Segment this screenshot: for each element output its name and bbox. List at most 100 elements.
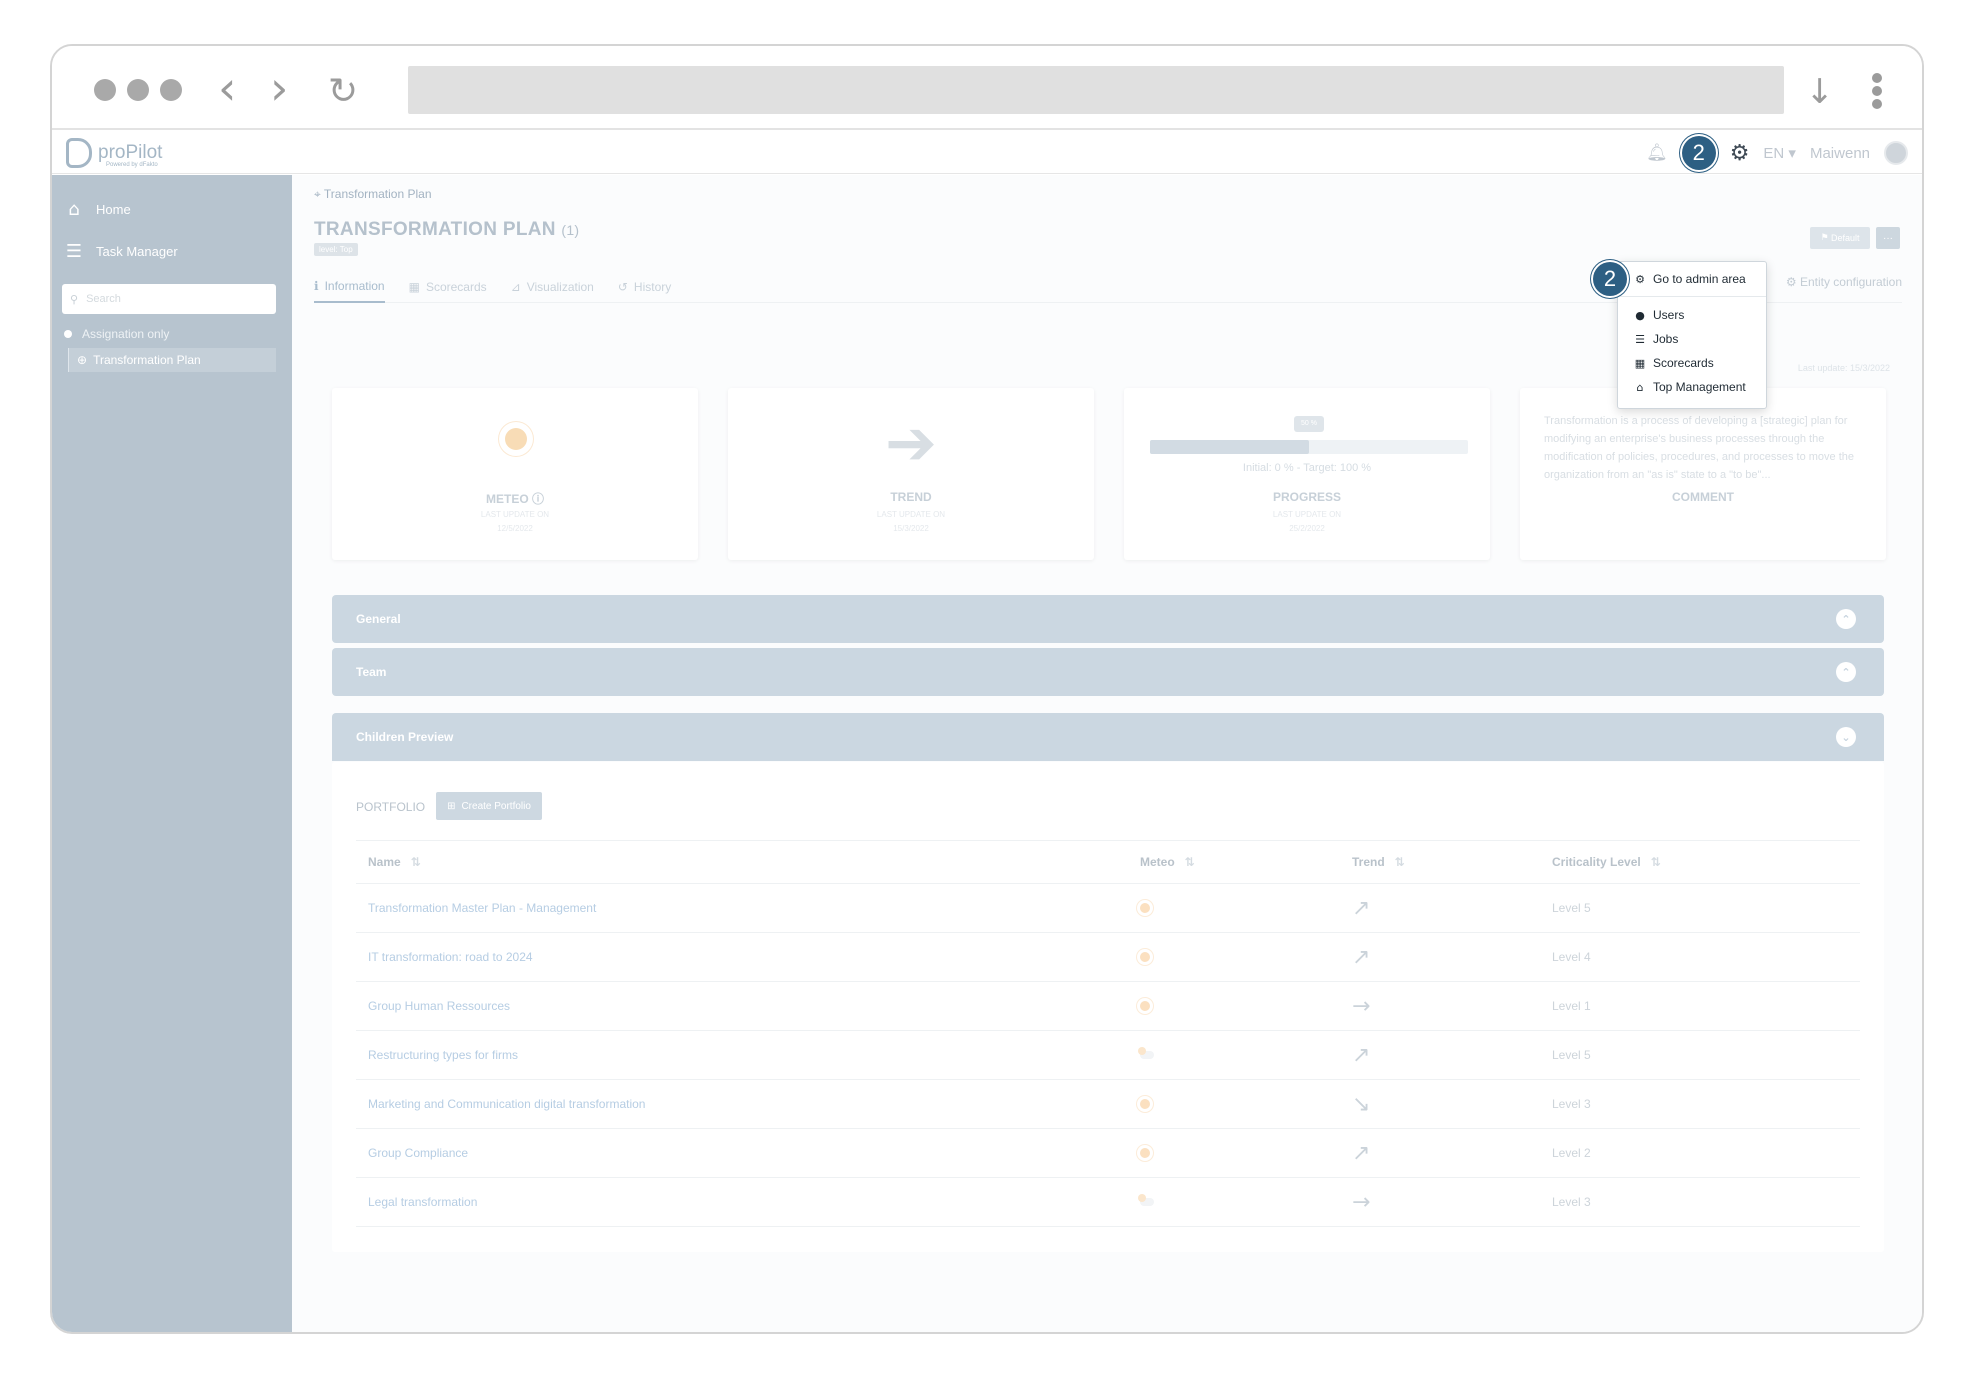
browser-toolbar: ‹ › ↻ ↓: [52, 46, 1922, 130]
plus-circle-icon[interactable]: ⊕: [77, 353, 87, 367]
sort-icon[interactable]: ⇅: [1395, 855, 1405, 869]
info-circle-icon[interactable]: ⓘ: [532, 492, 544, 506]
tab-information[interactable]: ℹ Information: [314, 271, 385, 303]
column-header-criticality[interactable]: Criticality Level ⇅: [1552, 841, 1661, 883]
sun-icon: [505, 428, 527, 450]
row-criticality: Level 2: [1552, 1146, 1591, 1160]
tree-item-transformation-plan[interactable]: ⊕ Transformation Plan: [68, 348, 276, 372]
browser-menu-icon[interactable]: [1872, 73, 1882, 109]
default-button-label: Default: [1831, 233, 1860, 243]
progress-date: LAST UPDATE ON 25/2/2022: [1124, 508, 1490, 536]
table-row[interactable]: Legal transformation → Level 3: [356, 1178, 1860, 1227]
chevron-down-icon[interactable]: ⌄: [1836, 727, 1856, 747]
sort-icon[interactable]: ⇅: [411, 855, 421, 869]
meteo-card[interactable]: METEO ⓘ LAST UPDATE ON 12/5/2022: [332, 388, 698, 560]
menu-item-top-management[interactable]: ⌂ Top Management: [1634, 380, 1746, 394]
row-name-link[interactable]: Group Compliance: [368, 1129, 468, 1177]
chevron-up-icon[interactable]: ⌃: [1836, 662, 1856, 682]
language-selector[interactable]: EN ▾: [1763, 144, 1796, 162]
entity-configuration-label: Entity configuration: [1799, 275, 1902, 289]
reload-icon[interactable]: ↻: [328, 66, 358, 118]
table-icon: ▦: [1634, 356, 1646, 370]
column-header-meteo[interactable]: Meteo ⇅: [1140, 841, 1195, 883]
home-icon: ⌂: [68, 198, 80, 220]
row-meteo: [1140, 884, 1150, 932]
column-header-trend[interactable]: Trend ⇅: [1352, 841, 1405, 883]
avatar[interactable]: [1884, 141, 1908, 165]
menu-item-jobs[interactable]: ☰ Jobs: [1634, 332, 1678, 346]
window-dot: [94, 79, 116, 101]
tab-scorecards[interactable]: ▦ Scorecards: [409, 271, 487, 303]
trend-arrow-icon: ↗: [1352, 1140, 1371, 1166]
user-icon: ●: [1635, 308, 1645, 322]
table-row[interactable]: Marketing and Communication digital tran…: [356, 1080, 1860, 1129]
download-icon[interactable]: ↓: [1806, 66, 1835, 118]
menu-item-scorecards[interactable]: ▦ Scorecards: [1634, 356, 1714, 370]
address-bar[interactable]: [408, 66, 1784, 114]
trend-arrow-icon: ↘: [1352, 1091, 1371, 1117]
row-meteo: [1140, 982, 1150, 1030]
assignation-toggle[interactable]: Assignation only: [64, 327, 169, 341]
row-name-link[interactable]: Restructuring types for firms: [368, 1031, 518, 1079]
sidebar-search-input[interactable]: ⚲ Search: [62, 284, 276, 314]
back-icon[interactable]: ‹: [218, 62, 236, 114]
info-icon: ℹ: [314, 279, 319, 293]
sort-icon[interactable]: ⇅: [1651, 855, 1661, 869]
page-title-text: TRANSFORMATION PLAN: [314, 219, 556, 240]
entity-configuration-link[interactable]: ⚙ Entity configuration: [1786, 275, 1902, 289]
cogs-icon: ⚙: [1785, 275, 1797, 289]
breadcrumb-item[interactable]: Transformation Plan: [324, 187, 432, 201]
forward-icon[interactable]: ›: [270, 62, 288, 114]
table-row[interactable]: Group Compliance ↗ Level 2: [356, 1129, 1860, 1178]
search-icon: ⚲: [70, 292, 79, 306]
logo[interactable]: proPilot Powered by dFakto: [66, 136, 162, 170]
trend-card[interactable]: ➔ TREND LAST UPDATE ON 15/3/2022: [728, 388, 1094, 560]
tab-visualization[interactable]: ⊿ Visualization: [511, 271, 594, 303]
meteo-date-value: 12/5/2022: [497, 524, 533, 533]
row-name-link[interactable]: Legal transformation: [368, 1178, 477, 1226]
sun-icon: [1140, 1001, 1150, 1011]
row-name-link[interactable]: Marketing and Communication digital tran…: [368, 1080, 645, 1128]
table-row[interactable]: Restructuring types for firms ↗ Level 5: [356, 1031, 1860, 1080]
accordion-general[interactable]: General ⌃: [332, 595, 1884, 643]
menu-item-users[interactable]: ● Users: [1634, 308, 1684, 322]
progress-bar: [1150, 440, 1468, 454]
tree-item-label: Transformation Plan: [93, 353, 201, 367]
column-header-name[interactable]: Name ⇅: [368, 841, 421, 883]
bell-icon[interactable]: 🔔︎: [1646, 143, 1668, 163]
row-name-link[interactable]: IT transformation: road to 2024: [368, 933, 533, 981]
row-name-link[interactable]: Group Human Ressources: [368, 982, 510, 1030]
sidebar-item-home[interactable]: ⌂ Home: [64, 195, 130, 223]
menu-item-label: Jobs: [1653, 332, 1679, 346]
menu-item-label: Top Management: [1653, 380, 1746, 394]
trend-arrow-icon: →: [1352, 993, 1371, 1019]
row-criticality: Level 4: [1552, 950, 1591, 964]
progress-target: Initial: 0 % - Target: 100 %: [1242, 462, 1372, 474]
create-portfolio-button[interactable]: ⊞ Create Portfolio: [436, 792, 542, 820]
user-name[interactable]: Maiwenn: [1810, 145, 1870, 162]
gear-icon[interactable]: ⚙: [1730, 141, 1750, 166]
accordion-label: General: [356, 612, 401, 626]
table-row[interactable]: IT transformation: road to 2024 ↗ Level 4: [356, 933, 1860, 982]
tab-history[interactable]: ↺ History: [618, 271, 671, 303]
sun-icon: [1140, 1099, 1150, 1109]
accordion-team[interactable]: Team ⌃: [332, 648, 1884, 696]
default-button[interactable]: ⚑ Default: [1810, 227, 1870, 249]
radio-icon: [64, 330, 72, 338]
sidebar-item-task-manager[interactable]: ☰ Task Manager: [64, 237, 178, 265]
accordion-children-preview[interactable]: Children Preview ⌄: [332, 713, 1884, 761]
row-name-link[interactable]: Transformation Master Plan - Management: [368, 884, 596, 932]
column-label: Meteo: [1140, 855, 1175, 869]
comment-card[interactable]: Transformation is a process of developin…: [1520, 388, 1886, 560]
progress-tooltip: 50 %: [1294, 416, 1324, 432]
table-row[interactable]: Transformation Master Plan - Management ↗…: [356, 884, 1860, 933]
menu-item-admin-area[interactable]: ⚙ Go to admin area: [1634, 272, 1746, 286]
table-row[interactable]: Group Human Ressources → Level 1: [356, 982, 1860, 1031]
more-button[interactable]: ···: [1876, 227, 1900, 249]
meteo-caption: METEO ⓘ: [332, 490, 698, 507]
row-meteo: [1138, 1031, 1154, 1079]
create-portfolio-label: Create Portfolio: [461, 800, 531, 812]
progress-card[interactable]: 50 % Initial: 0 % - Target: 100 % PROGRE…: [1124, 388, 1490, 560]
sort-icon[interactable]: ⇅: [1185, 855, 1195, 869]
chevron-up-icon[interactable]: ⌃: [1836, 609, 1856, 629]
